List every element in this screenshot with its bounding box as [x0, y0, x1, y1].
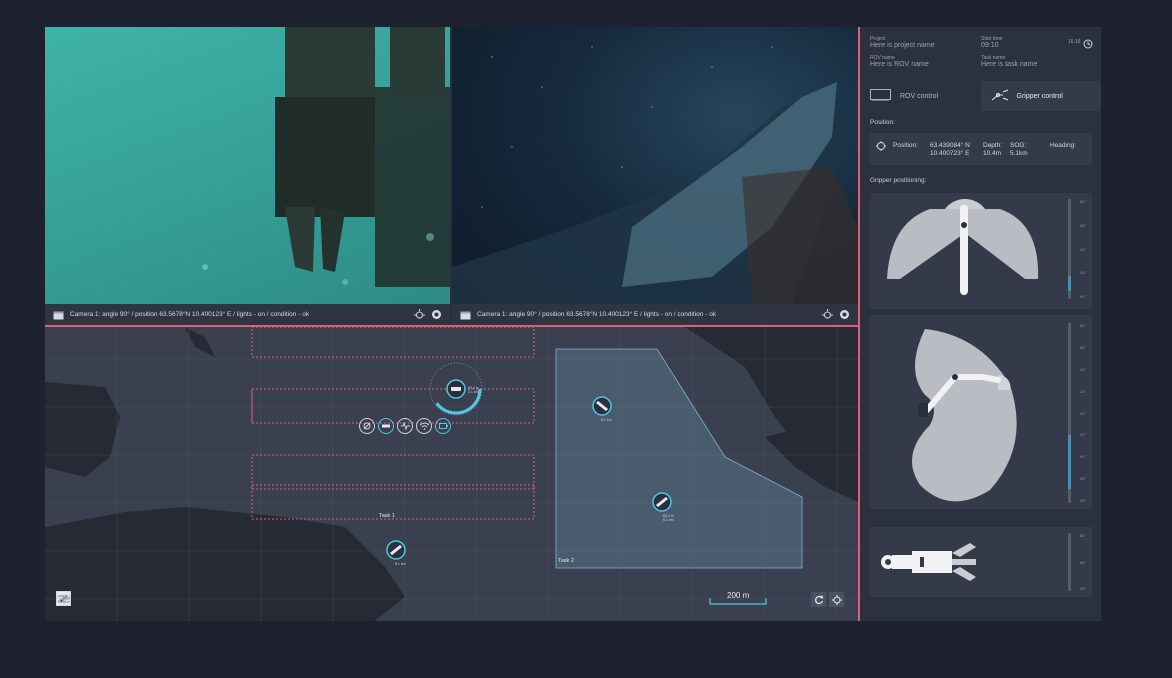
- calendar-icon[interactable]: [460, 310, 471, 320]
- rov-name-value: Here is ROV name: [870, 61, 929, 68]
- clock-readout: 16:16: [1068, 39, 1081, 45]
- scale-tick: 64°: [1079, 344, 1086, 350]
- claw-diagram: [881, 543, 976, 581]
- vehicle-status-icons: [359, 418, 451, 434]
- scale-tick: 44°: [1079, 246, 1086, 252]
- rov-status-icon[interactable]: [378, 418, 394, 434]
- camera-feed-1: Camera 1: angle 90° / position 63.5678°N…: [45, 27, 450, 325]
- position-label: Position:: [893, 142, 918, 149]
- project-value: Here is project name: [870, 42, 935, 49]
- vehicle-3-readout: 63.4 m 5.1 km: [663, 514, 674, 522]
- camera-2-status-text: Camera 1: angle 90° / position 63.5678°N…: [477, 311, 717, 318]
- position-lat: 63.439084° N: [930, 142, 970, 149]
- locate-icon[interactable]: [829, 592, 844, 607]
- clock-icon[interactable]: [1083, 36, 1093, 54]
- heading-label: Heading:: [1050, 142, 1077, 149]
- rov-icon: [451, 387, 461, 391]
- scale-tick: 64°: [1079, 559, 1086, 565]
- arm-reach-diagram: [912, 329, 1017, 502]
- gripper-icon: [991, 89, 1009, 103]
- gripper-side-view: 84° 64° 44° 24° 02° 02° 04° 04° 04°: [870, 315, 1092, 509]
- control-tabs: ROV control Gripper control: [860, 81, 1101, 111]
- scale-tick: 04°: [1079, 454, 1086, 460]
- scale-tick: 84°: [1079, 533, 1086, 538]
- lights-icon[interactable]: [414, 309, 425, 320]
- depth-value: 10.4m: [983, 150, 1002, 157]
- scale-tick: 04°: [1079, 476, 1086, 482]
- settings-icon[interactable]: [431, 309, 442, 320]
- tab-gripper-control[interactable]: Gripper control: [980, 81, 1101, 111]
- map-scale-label: 200 m: [727, 591, 750, 600]
- gripper-rotation-diagram: [887, 199, 1039, 295]
- lights-icon[interactable]: [822, 309, 833, 320]
- camera-2-status-bar: Camera 1: angle 90° / position 63.5678°N…: [452, 304, 858, 325]
- gripper-angle-scale-3[interactable]: 84° 64° 44°: [1066, 533, 1086, 591]
- pulse-icon[interactable]: [397, 418, 413, 434]
- vehicle-main-readout: 63.4 m 5.1 km: [468, 386, 479, 394]
- sog-value: 5.1km: [1010, 150, 1028, 157]
- sog-label: SOG:: [1010, 142, 1027, 149]
- refresh-icon[interactable]: [811, 592, 826, 607]
- task-2-label[interactable]: Task 2: [558, 558, 574, 564]
- scale-tick: 24°: [1079, 270, 1086, 276]
- tab-gripper-control-label: Gripper control: [1016, 92, 1063, 100]
- depth-label: Depth:: [983, 142, 1003, 149]
- scale-tick: 84°: [1079, 323, 1086, 328]
- tab-rov-control-label: ROV control: [900, 92, 939, 100]
- vehicle-2-readout: 5.1 km: [601, 418, 612, 422]
- scale-tick: 02°: [1079, 410, 1086, 416]
- no-signal-icon[interactable]: [359, 418, 375, 434]
- scale-tick: 64°: [1079, 222, 1086, 228]
- vehicle-4-readout: 5.1 km: [395, 562, 406, 566]
- gripper-angle-scale-2[interactable]: 84° 64° 44° 24° 02° 02° 04° 04° 04°: [1066, 323, 1086, 503]
- battery-icon[interactable]: [435, 418, 451, 434]
- position-lon: 10.400723° E: [930, 150, 970, 157]
- scale-tick: 04°: [1079, 294, 1086, 299]
- map-canvas[interactable]: [45, 327, 858, 621]
- wreck-camera-image: [452, 46, 858, 304]
- scale-tick: 84°: [1079, 199, 1086, 204]
- gripper-claw-view: 84° 64° 44°: [870, 527, 1092, 597]
- crosshair-icon: [876, 141, 886, 153]
- gripper-section-title: Gripper positioning:: [870, 177, 927, 184]
- scale-fill: [1068, 276, 1071, 291]
- wind-icon[interactable]: [56, 591, 71, 606]
- scale-tick: 02°: [1079, 432, 1086, 438]
- camera-1-status-text: Camera 1: angle 90° / position 63.5678°N…: [70, 311, 310, 318]
- rov-icon: [870, 89, 892, 103]
- settings-icon[interactable]: [839, 309, 850, 320]
- wifi-icon[interactable]: [416, 418, 432, 434]
- scale-tick: 04°: [1079, 498, 1086, 503]
- task-name-value: Here is task name: [981, 61, 1038, 68]
- calendar-icon[interactable]: [53, 310, 64, 320]
- start-time-value: 09:10: [981, 42, 999, 49]
- scale-tick: 44°: [1079, 586, 1086, 591]
- position-section-title: Position:: [870, 119, 895, 126]
- rov-dashboard: Camera 1: angle 90° / position 63.5678°N…: [45, 27, 1101, 621]
- scale-tick: 24°: [1079, 388, 1086, 394]
- scale-fill: [1068, 434, 1071, 489]
- map-view[interactable]: Task 1 Task 2 200 m 63.4 m 5.1 km 5.1 km…: [45, 325, 858, 621]
- position-card: Position: 63.439084° N 10.400723° E Dept…: [870, 133, 1092, 165]
- scale-tick: 44°: [1079, 366, 1086, 372]
- vehicle-main[interactable]: [446, 379, 466, 404]
- control-panel: Project Here is project name Start time …: [858, 27, 1101, 621]
- tab-rov-control[interactable]: ROV control: [860, 81, 981, 111]
- gripper-angle-scale-1[interactable]: 84° 64° 44° 24° 04°: [1066, 199, 1086, 299]
- gripper-top-view: 84° 64° 44° 24° 04°: [870, 193, 1092, 309]
- task-1-label[interactable]: Task 1: [379, 513, 395, 519]
- scale-track: [1068, 533, 1071, 591]
- camera-feed-2: Camera 1: angle 90° / position 63.5678°N…: [452, 27, 858, 325]
- camera-1-status-bar: Camera 1: angle 90° / position 63.5678°N…: [45, 304, 450, 325]
- gripper-camera-image: [202, 27, 450, 287]
